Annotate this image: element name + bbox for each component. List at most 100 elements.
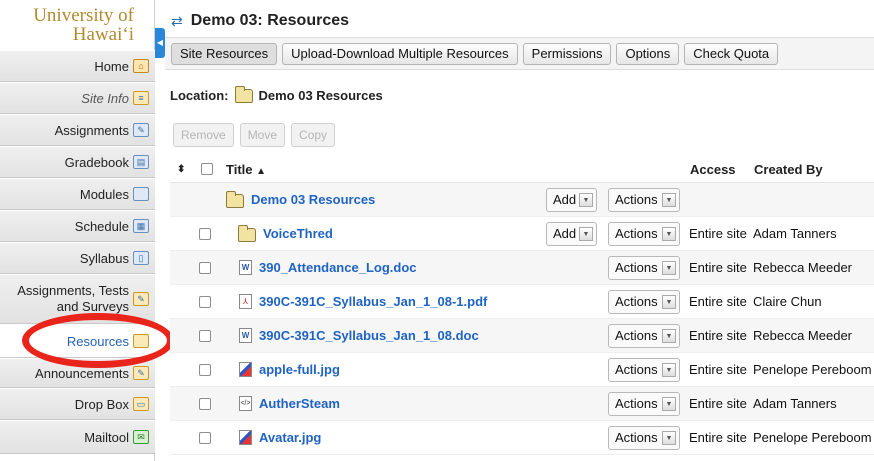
actions-dropdown[interactable]: Actions ▼ — [608, 358, 680, 382]
folder-icon — [226, 191, 244, 208]
schedule-icon: ▦ — [133, 219, 149, 233]
sidebar-item-label: Assignments, Tests and Surveys — [17, 283, 129, 314]
file-link[interactable]: 390C-391C_Syllabus_Jan_1_08.doc — [259, 328, 479, 343]
word-doc-icon: W — [239, 328, 252, 343]
sidebar-item-home[interactable]: Home ⌂ — [0, 50, 155, 82]
row-checkbox[interactable] — [199, 261, 211, 274]
gradebook-icon: ▤ — [133, 155, 149, 169]
file-link[interactable]: apple-full.jpg — [259, 362, 340, 377]
location-folder: Demo 03 Resources — [258, 88, 383, 103]
row-checkbox[interactable] — [199, 227, 211, 240]
upload-download-button[interactable]: Upload-Download Multiple Resources — [282, 43, 518, 65]
access-value: Entire site — [689, 430, 747, 445]
actions-dropdown[interactable]: Actions ▼ — [608, 426, 680, 450]
resources-table: ⬍ Title ▲ Access Created By Demo 03 Reso… — [170, 156, 874, 455]
actions-dropdown[interactable]: Actions ▼ — [608, 188, 680, 212]
table-row: apple-full.jpg Actions ▼ Entire site Pene… — [170, 353, 874, 387]
table-row: VoiceThred Add ▼ Actions ▼ Entire site Ada… — [170, 217, 874, 251]
announcements-icon: ✎ — [133, 366, 149, 380]
sidebar-item-label: Modules — [79, 186, 129, 202]
actions-dropdown[interactable]: Actions ▼ — [608, 256, 680, 280]
university-logo[interactable]: University of Hawai‘i — [0, 0, 154, 50]
table-row: W 390_Attendance_Log.doc Actions ▼ Entire… — [170, 251, 874, 285]
site-resources-button[interactable]: Site Resources — [171, 43, 278, 65]
created-by-value: Penelope Pereboom — [753, 362, 872, 377]
sidebar-item-label: Schedule — [74, 218, 129, 234]
actions-dropdown[interactable]: Actions ▼ — [608, 290, 680, 314]
actions-label: Actions — [615, 362, 658, 377]
chevron-down-icon: ▼ — [579, 193, 593, 207]
assignments-icon: ✎ — [133, 123, 149, 137]
add-label: Add — [553, 226, 577, 241]
options-button[interactable]: Options — [616, 43, 680, 65]
chevron-down-icon: ▼ — [662, 431, 676, 445]
word-doc-icon: W — [239, 260, 252, 275]
chevron-down-icon: ▼ — [579, 227, 593, 241]
actions-label: Actions — [615, 226, 658, 241]
chevron-down-icon: ▼ — [662, 397, 676, 411]
move-button[interactable]: Move — [239, 123, 286, 147]
file-link[interactable]: 390_Attendance_Log.doc — [259, 260, 417, 275]
permissions-button[interactable]: Permissions — [522, 43, 612, 65]
folder-icon — [234, 85, 253, 103]
row-checkbox[interactable] — [199, 329, 211, 342]
row-checkbox[interactable] — [199, 295, 211, 308]
home-icon: ⌂ — [133, 59, 149, 73]
refresh-icon[interactable]: ⇄ — [171, 13, 183, 30]
actions-label: Actions — [615, 328, 658, 343]
file-link[interactable]: AutherSteam — [259, 396, 340, 411]
actions-dropdown[interactable]: Actions ▼ — [608, 222, 680, 246]
actions-label: Actions — [615, 192, 658, 207]
check-quota-button[interactable]: Check Quota — [684, 43, 779, 65]
add-dropdown[interactable]: Add ▼ — [546, 222, 597, 246]
table-row: ⅄ 390C-391C_Syllabus_Jan_1_08-1.pdf Acti… — [170, 285, 874, 319]
sidebar-item-label: Site Info — [81, 90, 129, 106]
access-value: Entire site — [689, 362, 747, 377]
expand-collapse-icon[interactable]: ⬍ — [177, 164, 185, 175]
logo-line-2: Hawai‘i — [72, 24, 134, 45]
select-all-checkbox[interactable] — [201, 163, 213, 175]
sidebar-item-gradebook[interactable]: Gradebook ▤ — [0, 146, 155, 178]
access-value: Entire site — [689, 260, 747, 275]
row-checkbox[interactable] — [199, 397, 211, 410]
table-header: ⬍ Title ▲ Access Created By — [170, 156, 874, 183]
table-body: Demo 03 Resources Add ▼ Actions ▼ VoiceThr… — [170, 183, 874, 455]
sidebar-item-site-info[interactable]: Site Info ≡ — [0, 82, 155, 114]
actions-label: Actions — [615, 260, 658, 275]
sidebar-item-mailtool[interactable]: Mailtool ✉ — [0, 420, 155, 454]
add-dropdown[interactable]: Add ▼ — [546, 188, 597, 212]
file-link[interactable]: Demo 03 Resources — [251, 192, 375, 207]
row-checkbox[interactable] — [199, 431, 211, 444]
actions-dropdown[interactable]: Actions ▼ — [608, 324, 680, 348]
remove-button[interactable]: Remove — [173, 123, 234, 147]
copy-button[interactable]: Copy — [291, 123, 336, 147]
file-link[interactable]: Avatar.jpg — [259, 430, 321, 445]
created-by-value: Rebecca Meeder — [753, 260, 852, 275]
toolbar: Site Resources Upload-Download Multiple … — [165, 37, 874, 70]
image-file-icon — [239, 430, 252, 445]
collapse-sidebar-button[interactable]: ◀ — [155, 28, 165, 58]
chevron-down-icon: ▼ — [662, 261, 676, 275]
access-value: Entire site — [689, 226, 747, 241]
sidebar-item-assignments[interactable]: Assignments ✎ — [0, 114, 155, 146]
pdf-icon: ⅄ — [239, 294, 252, 309]
sidebar-item-label: Gradebook — [64, 154, 129, 170]
sidebar-item-label: Assignments — [54, 122, 129, 138]
tests-icon: ✎ — [133, 292, 149, 306]
title-column-header[interactable]: Title ▲ — [226, 162, 266, 177]
actions-label: Actions — [615, 396, 658, 411]
sidebar-item-modules[interactable]: Modules — [0, 178, 155, 210]
logo-line-1: University of — [33, 5, 134, 26]
sidebar-item-schedule[interactable]: Schedule ▦ — [0, 210, 155, 242]
row-checkbox[interactable] — [199, 363, 211, 376]
table-row: W 390C-391C_Syllabus_Jan_1_08.doc Action… — [170, 319, 874, 353]
sidebar-item-label: Mailtool — [84, 429, 129, 445]
sidebar-item-syllabus[interactable]: Syllabus ▯ — [0, 242, 155, 274]
actions-dropdown[interactable]: Actions ▼ — [608, 392, 680, 416]
sidebar-item-drop-box[interactable]: Drop Box ▭ — [0, 388, 155, 420]
file-link[interactable]: 390C-391C_Syllabus_Jan_1_08-1.pdf — [259, 294, 487, 309]
access-column-header: Access — [690, 161, 736, 177]
folder-plus-icon[interactable] — [238, 225, 256, 242]
file-link[interactable]: VoiceThred — [263, 226, 333, 241]
site-info-icon: ≡ — [133, 91, 149, 105]
